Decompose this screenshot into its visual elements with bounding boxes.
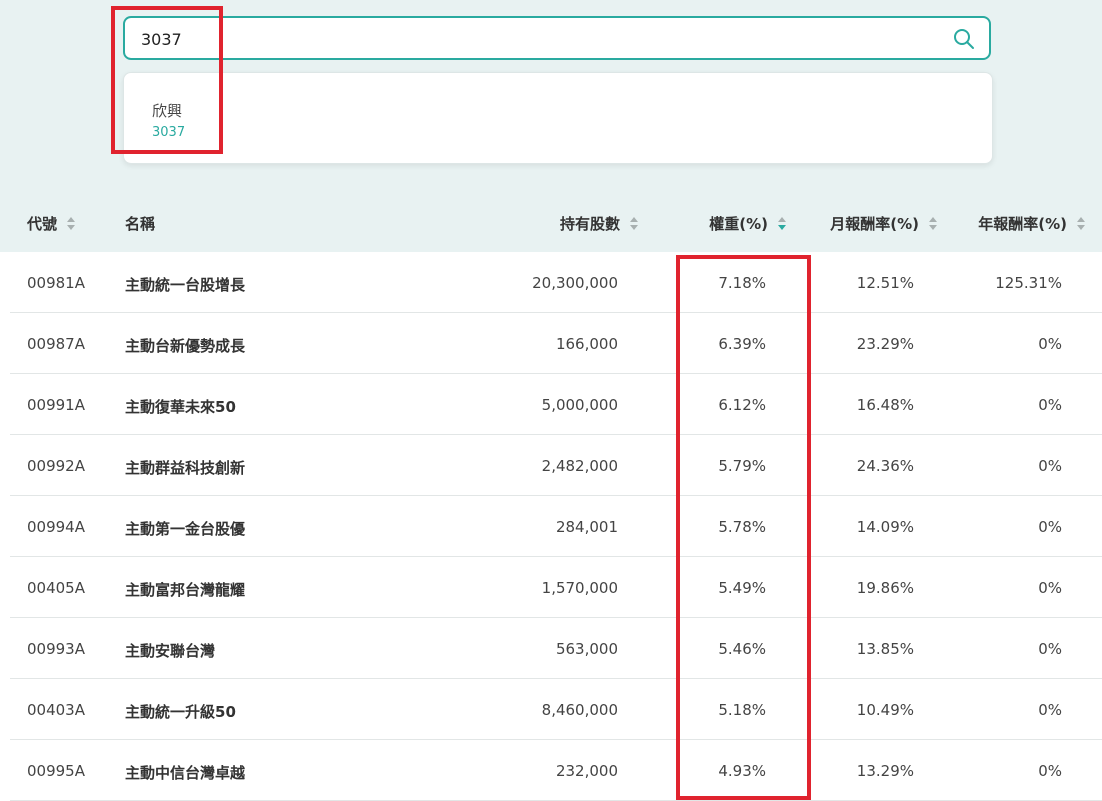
row-yearly-return: 125.31% [995, 274, 1062, 292]
row-weight: 5.49% [718, 579, 766, 597]
row-monthly-return: 16.48% [856, 396, 914, 414]
row-shares: 284,001 [555, 518, 618, 536]
row-yearly-return: 0% [1038, 640, 1062, 658]
column-header-name-label: 名稱 [125, 215, 156, 233]
row-code[interactable]: 00403A [27, 701, 85, 719]
row-code[interactable]: 00987A [27, 335, 85, 353]
row-name[interactable]: 主動富邦台灣龍耀 [125, 579, 245, 600]
row-monthly-return: 14.09% [856, 518, 914, 536]
suggestion-dropdown: 欣興 3037 [123, 72, 993, 164]
row-code[interactable]: 00992A [27, 457, 85, 475]
row-weight: 5.18% [718, 701, 766, 719]
row-monthly-return: 13.85% [856, 640, 914, 658]
row-name[interactable]: 主動安聯台灣 [125, 640, 215, 661]
column-header-yearly-label: 年報酬率(%) [978, 215, 1067, 233]
table-row[interactable]: 00994A 主動第一金台股優 284,001 5.78% 14.09% 0% [10, 496, 1102, 557]
row-code[interactable]: 00994A [27, 518, 85, 536]
row-yearly-return: 0% [1038, 762, 1062, 780]
column-header-code[interactable]: 代號 [27, 213, 76, 234]
row-monthly-return: 13.29% [856, 762, 914, 780]
table-row[interactable]: 00981A 主動統一台股增長 20,300,000 7.18% 12.51% … [10, 252, 1102, 313]
row-monthly-return: 19.86% [856, 579, 914, 597]
sort-desc-icon[interactable] [778, 216, 786, 232]
row-code[interactable]: 00993A [27, 640, 85, 658]
column-header-monthly-return[interactable]: 月報酬率(%) [830, 213, 937, 234]
search-area: 3037 欣興 3037 [0, 0, 1102, 192]
column-header-weight[interactable]: 權重(%) [709, 213, 786, 234]
column-header-shares[interactable]: 持有股數 [560, 213, 638, 234]
row-yearly-return: 0% [1038, 396, 1062, 414]
suggestion-item[interactable]: 欣興 3037 [124, 73, 324, 161]
row-yearly-return: 0% [1038, 701, 1062, 719]
row-name[interactable]: 主動統一台股增長 [125, 274, 245, 295]
row-yearly-return: 0% [1038, 457, 1062, 475]
suggestion-code: 3037 [152, 125, 186, 140]
row-yearly-return: 0% [1038, 518, 1062, 536]
suggestion-name: 欣興 [152, 102, 183, 120]
row-shares: 166,000 [555, 335, 618, 353]
column-header-shares-label: 持有股數 [559, 215, 620, 233]
sort-icon[interactable] [1077, 216, 1085, 232]
row-shares: 5,000,000 [541, 396, 618, 414]
row-name[interactable]: 主動統一升級50 [125, 701, 236, 722]
sort-icon[interactable] [630, 216, 638, 232]
search-input-value[interactable]: 3037 [141, 30, 182, 49]
row-weight: 6.39% [718, 335, 766, 353]
sort-icon[interactable] [67, 216, 76, 232]
search-icon[interactable] [953, 28, 975, 50]
row-weight: 6.12% [718, 396, 766, 414]
row-name[interactable]: 主動第一金台股優 [125, 518, 245, 539]
column-header-name: 名稱 [125, 213, 155, 234]
row-shares: 563,000 [555, 640, 618, 658]
row-name[interactable]: 主動中信台灣卓越 [125, 762, 245, 783]
row-code[interactable]: 00405A [27, 579, 85, 597]
row-code[interactable]: 00995A [27, 762, 85, 780]
row-weight: 5.46% [718, 640, 766, 658]
table-row[interactable]: 00405A 主動富邦台灣龍耀 1,570,000 5.49% 19.86% 0… [10, 557, 1102, 618]
row-monthly-return: 24.36% [856, 457, 914, 475]
table-row[interactable]: 00403A 主動統一升級50 8,460,000 5.18% 10.49% 0… [10, 679, 1102, 740]
column-header-weight-label: 權重(%) [709, 215, 768, 233]
row-weight: 4.93% [718, 762, 766, 780]
row-name[interactable]: 主動復華未來50 [125, 396, 236, 417]
sort-icon[interactable] [929, 216, 937, 232]
row-shares: 8,460,000 [541, 701, 618, 719]
row-shares: 2,482,000 [541, 457, 618, 475]
table-row[interactable]: 00993A 主動安聯台灣 563,000 5.46% 13.85% 0% [10, 618, 1102, 679]
row-weight: 5.78% [718, 518, 766, 536]
row-shares: 20,300,000 [532, 274, 618, 292]
row-shares: 232,000 [555, 762, 618, 780]
table-row[interactable]: 00995A 主動中信台灣卓越 232,000 4.93% 13.29% 0% [10, 740, 1102, 801]
row-weight: 7.18% [718, 274, 766, 292]
search-input[interactable]: 3037 [123, 16, 991, 60]
table-row[interactable]: 00992A 主動群益科技創新 2,482,000 5.79% 24.36% 0… [10, 435, 1102, 496]
row-monthly-return: 12.51% [856, 274, 914, 292]
table-row[interactable]: 00987A 主動台新優勢成長 166,000 6.39% 23.29% 0% [10, 313, 1102, 374]
row-code[interactable]: 00991A [27, 396, 85, 414]
row-yearly-return: 0% [1038, 335, 1062, 353]
column-header-yearly-return[interactable]: 年報酬率(%) [978, 213, 1085, 234]
row-monthly-return: 23.29% [856, 335, 914, 353]
row-name[interactable]: 主動群益科技創新 [125, 457, 245, 478]
row-code[interactable]: 00981A [27, 274, 85, 292]
table-header: 代號 名稱 持有股數 權重(%) 月報酬率(%) 年報酬率(%) [0, 192, 1102, 252]
row-monthly-return: 10.49% [856, 701, 914, 719]
table-row[interactable]: 00991A 主動復華未來50 5,000,000 6.12% 16.48% 0… [10, 374, 1102, 435]
row-weight: 5.79% [718, 457, 766, 475]
column-header-code-label: 代號 [27, 215, 58, 233]
column-header-monthly-label: 月報酬率(%) [830, 215, 919, 233]
row-shares: 1,570,000 [541, 579, 618, 597]
row-name[interactable]: 主動台新優勢成長 [125, 335, 245, 356]
row-yearly-return: 0% [1038, 579, 1062, 597]
